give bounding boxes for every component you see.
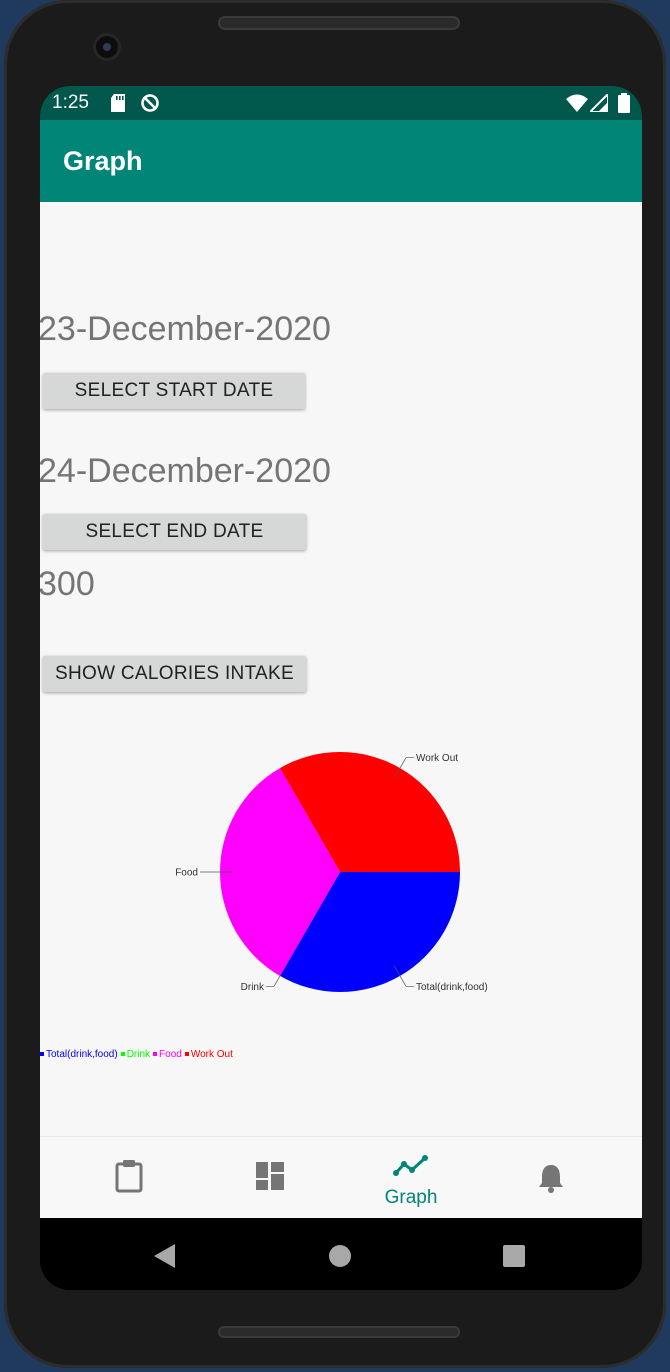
nav-label-graph: Graph: [384, 1187, 438, 1208]
page-title: Graph: [63, 146, 143, 176]
legend-label: Drink: [126, 1049, 151, 1060]
content-area: 23-December-2020 SELECT START DATE 24-De…: [40, 202, 642, 1136]
sync-icon: [140, 93, 160, 118]
recents-icon[interactable]: [503, 1245, 525, 1272]
legend-swatch: [153, 1052, 158, 1056]
wifi-icon: [566, 94, 588, 117]
system-navigation-bar: [40, 1218, 642, 1290]
chart-legend: Total(drink,food) Drink Food Work Out: [40, 1049, 236, 1060]
home-icon[interactable]: [329, 1245, 351, 1272]
pie-label-work-out: Work Out: [416, 753, 458, 764]
pie-label-food: Food: [175, 868, 198, 879]
legend-swatch: [120, 1052, 125, 1056]
clipboard-icon: [114, 1159, 144, 1198]
bottom-navigation: Graph: [40, 1136, 642, 1219]
bottom-speaker: [218, 1326, 460, 1338]
graph-icon: [393, 1155, 429, 1182]
nav-item-graph[interactable]: Graph: [336, 1137, 486, 1219]
legend-swatch: [40, 1052, 44, 1056]
legend-item-work-out: Work Out: [184, 1049, 233, 1060]
sd-card-icon: [110, 94, 126, 117]
battery-icon: [618, 93, 630, 118]
back-icon[interactable]: [154, 1244, 176, 1273]
nav-item-notifications[interactable]: [476, 1137, 626, 1219]
nav-item-clipboard[interactable]: [54, 1137, 204, 1219]
earpiece-speaker: [218, 16, 460, 30]
pie-chart: Total(drink,food) Drink Food Work Out: [175, 752, 488, 993]
pie-label-drink: Drink: [241, 982, 265, 993]
signal-icon: [587, 91, 609, 117]
dashboard-icon: [256, 1162, 284, 1195]
legend-label: Total(drink,food): [46, 1049, 118, 1060]
status-bar: 1:25: [40, 86, 642, 120]
app-bar: Graph: [40, 120, 642, 202]
legend-swatch: [184, 1052, 189, 1056]
front-camera: [96, 36, 118, 58]
legend-label: Work Out: [190, 1049, 233, 1060]
phone-frame: 1:25 Graph 23-December-2020 SELECT START…: [4, 0, 666, 1368]
pie-label-total-drink-food: Total(drink,food): [416, 982, 488, 993]
legend-item-total-drink-food: Total(drink,food): [40, 1049, 118, 1060]
bell-icon: [538, 1163, 564, 1198]
legend-label: Food: [159, 1049, 182, 1060]
screen: 1:25 Graph 23-December-2020 SELECT START…: [40, 86, 642, 1290]
nav-item-dashboard[interactable]: [195, 1137, 345, 1219]
legend-item-drink: Drink: [120, 1049, 151, 1060]
status-time: 1:25: [52, 92, 89, 113]
legend-item-food: Food: [153, 1049, 182, 1060]
